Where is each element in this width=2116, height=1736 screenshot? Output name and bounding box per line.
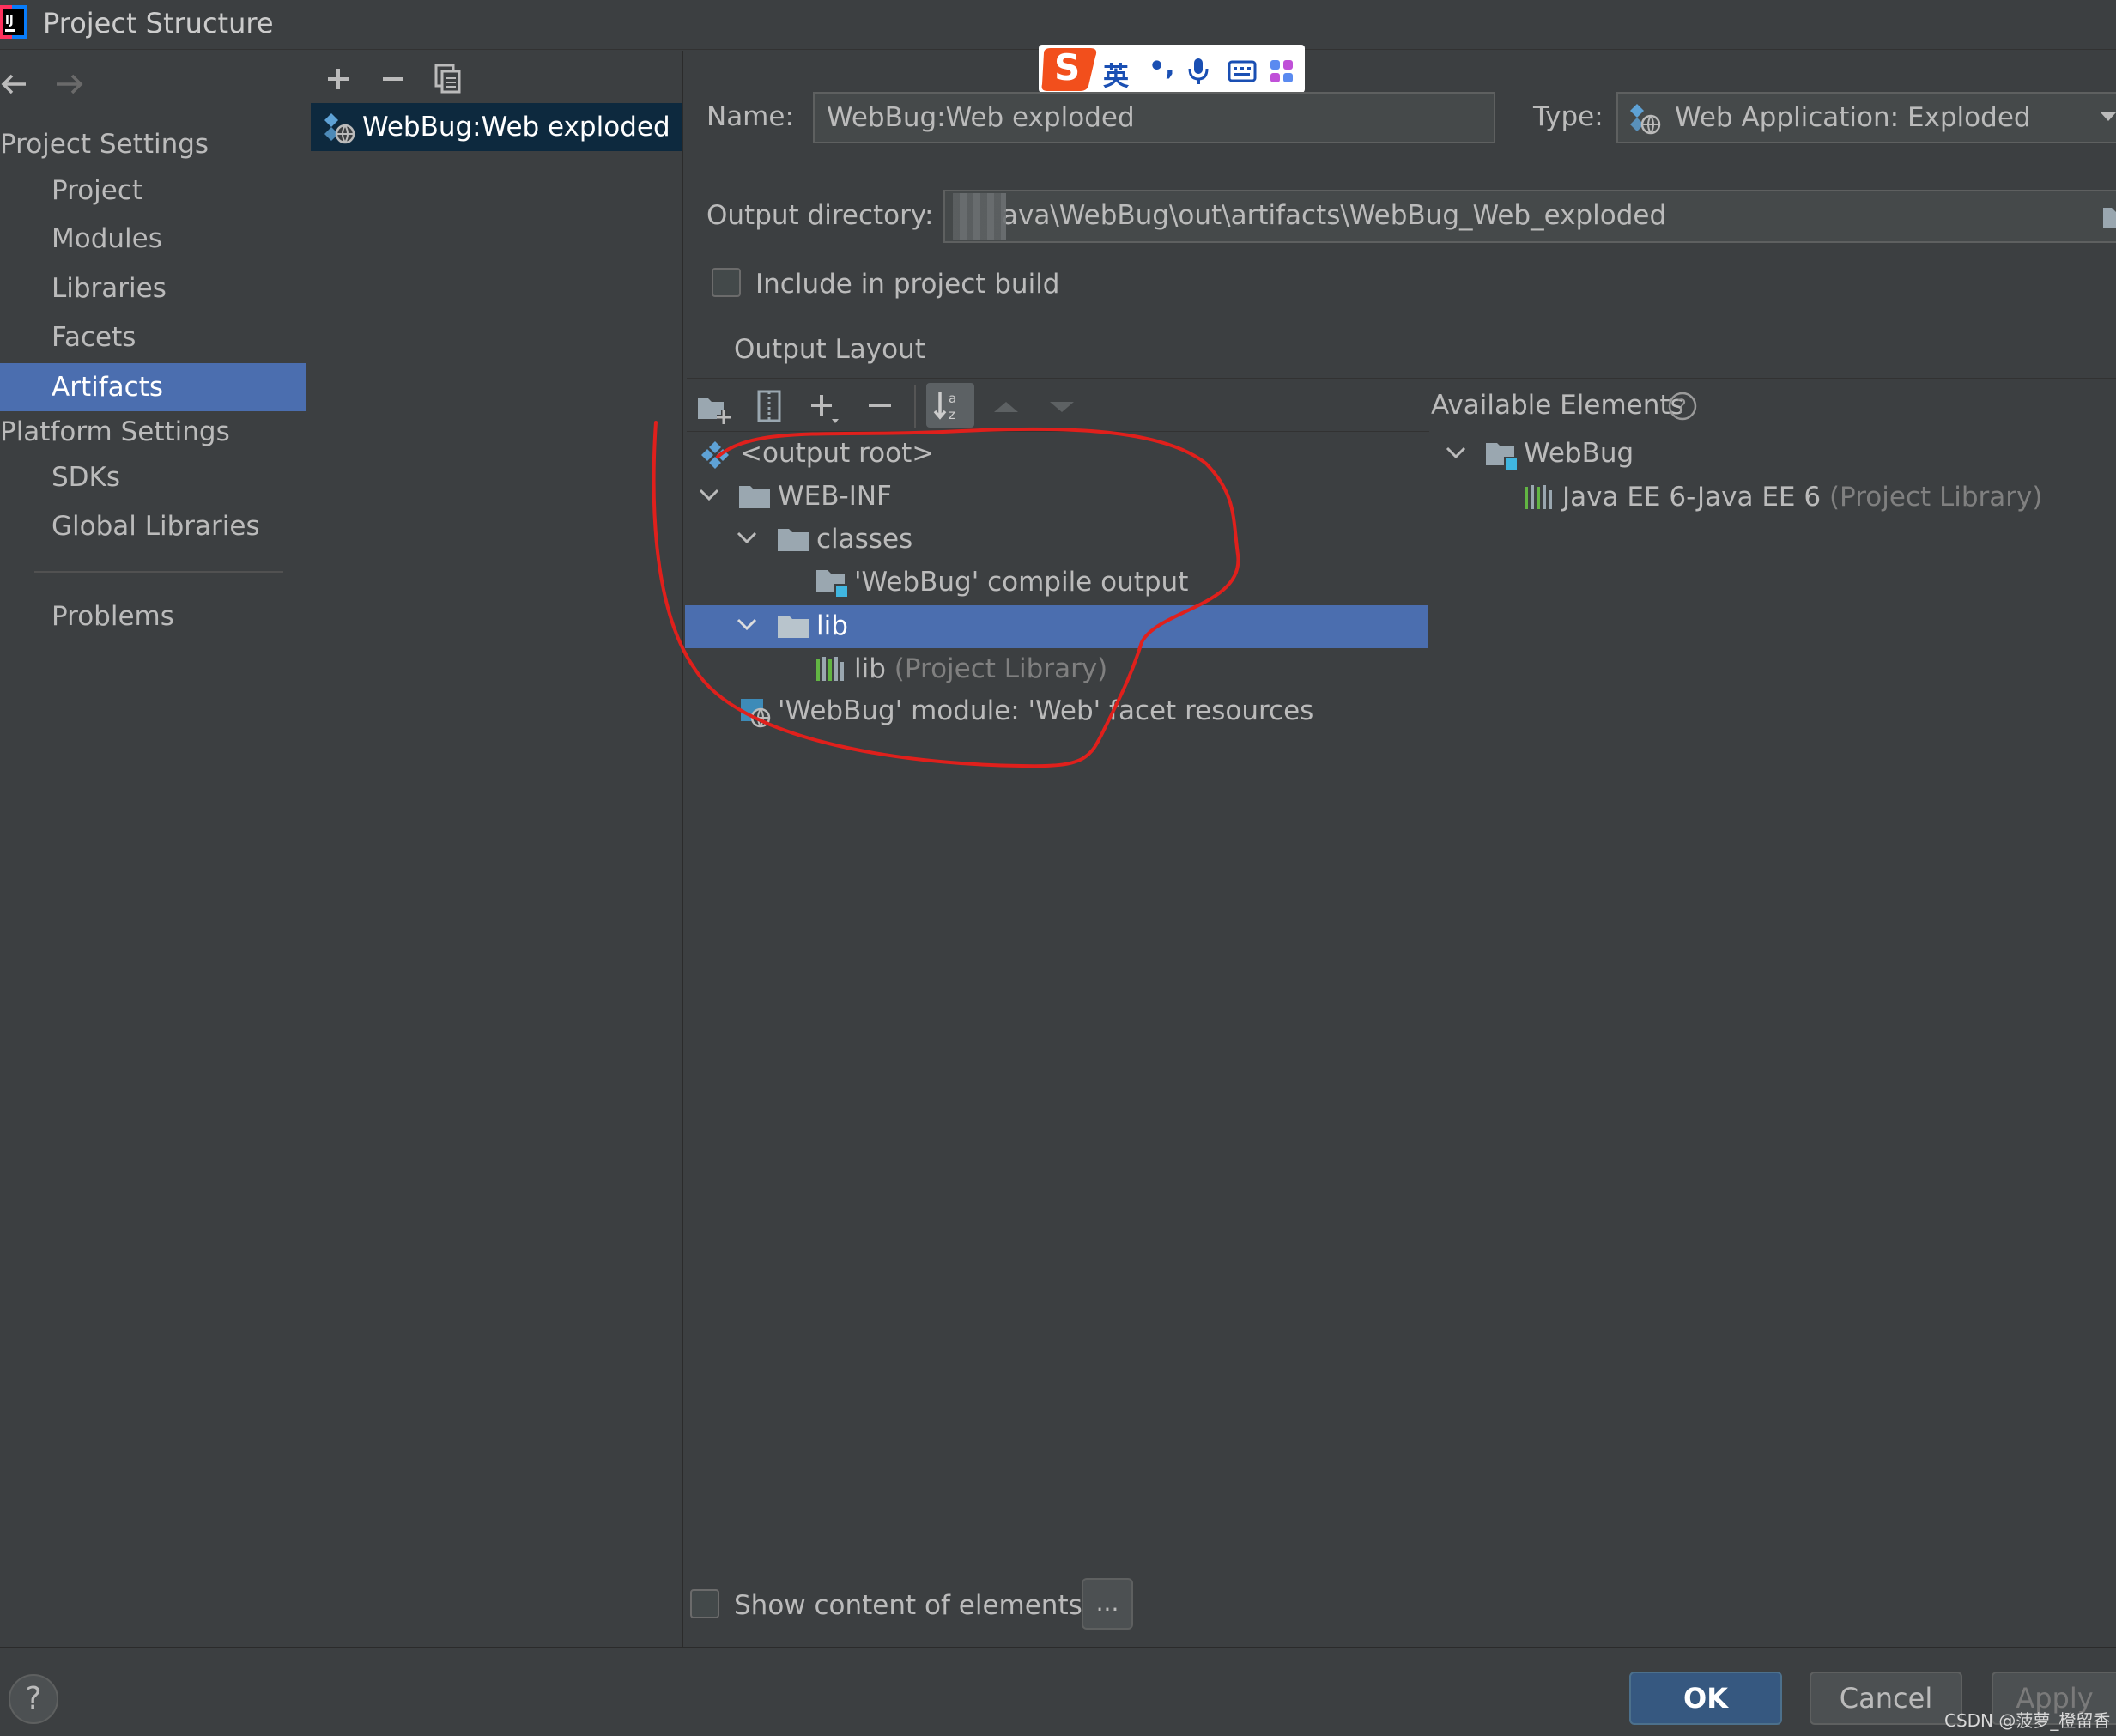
name-label: Name: — [706, 101, 794, 132]
available-tree-label[interactable]: Java EE 6-Java EE 6 (Project Library) — [1562, 482, 2042, 513]
platform-settings-header: Platform Settings — [0, 416, 230, 447]
nav-item-artifacts[interactable]: Artifacts — [0, 363, 306, 411]
module-folder-icon — [1485, 440, 1519, 472]
pixelated-redaction — [953, 193, 1006, 240]
ime-logo[interactable]: S — [1054, 46, 1080, 88]
tab-output-layout[interactable]: Output Layout — [734, 334, 925, 365]
show-content-checkbox[interactable] — [690, 1589, 719, 1618]
nav-item-sdks[interactable]: SDKs — [0, 453, 306, 501]
svg-text:IJ: IJ — [5, 15, 14, 27]
title-bar — [0, 0, 2116, 50]
nav-item-global-libraries[interactable]: Global Libraries — [0, 502, 306, 550]
minus-icon[interactable] — [374, 60, 412, 98]
help-circle-icon[interactable]: ? — [1667, 391, 1698, 422]
nav-item-project[interactable]: Project — [0, 167, 306, 215]
window-title: Project Structure — [43, 7, 274, 39]
keyboard-icon[interactable] — [1228, 60, 1257, 82]
type-dropdown[interactable]: Web Application: Exploded — [1616, 92, 2116, 143]
name-input[interactable]: WebBug:Web exploded — [813, 92, 1495, 143]
output-directory-label: Output directory: — [706, 200, 934, 231]
nav-item-modules[interactable]: Modules — [0, 215, 306, 263]
output-directory-input[interactable]: ava\WebBug\out\artifacts\WebBug_Web_expl… — [943, 190, 2116, 243]
show-content-label: Show content of elements — [734, 1590, 1082, 1621]
plus-icon[interactable] — [319, 60, 357, 98]
project-settings-header: Project Settings — [0, 129, 209, 160]
help-button[interactable]: ? — [9, 1674, 58, 1724]
watermark: CSDN @菠萝_橙留香 — [1944, 1710, 2111, 1731]
ime-punctuation-toggle[interactable]: •, — [1149, 52, 1175, 82]
include-in-build-label: Include in project build — [755, 269, 1060, 300]
arrow-right-icon[interactable] — [52, 67, 86, 101]
svg-text:a: a — [949, 391, 956, 406]
library-icon — [1524, 483, 1555, 511]
microphone-icon[interactable] — [1187, 57, 1210, 86]
nav-item-libraries[interactable]: Libraries — [0, 264, 306, 313]
copy-icon[interactable] — [429, 60, 467, 98]
arrow-left-icon[interactable] — [0, 67, 34, 101]
ok-button[interactable]: OK — [1629, 1672, 1782, 1725]
output-layout-divider — [687, 378, 2116, 379]
chevron-down-icon[interactable] — [1446, 446, 1466, 459]
dialog-button-bar — [0, 1647, 2116, 1736]
web-exploded-icon — [1628, 102, 1661, 135]
tree-label-suffix: (Project Library) — [1828, 482, 2043, 513]
available-elements-header: Available Elements — [1431, 390, 1684, 421]
artifacts-list-panel — [307, 51, 683, 1648]
chevron-down-icon[interactable] — [2100, 110, 2116, 124]
svg-text:?: ? — [1676, 397, 1687, 418]
red-freehand-annotation — [644, 412, 1262, 781]
available-tree-label[interactable]: WebBug — [1524, 438, 1634, 469]
artifact-list-item[interactable]: WebBug:Web exploded — [311, 103, 682, 151]
nav-divider — [34, 571, 283, 573]
include-in-build-checkbox[interactable] — [712, 268, 741, 297]
intellij-logo-icon: IJ — [0, 5, 27, 39]
nav-item-facets[interactable]: Facets — [0, 313, 306, 361]
apps-grid-icon[interactable] — [1269, 58, 1294, 84]
ime-language-toggle[interactable]: 英 — [1103, 55, 1129, 93]
type-label: Type: — [1533, 101, 1604, 132]
folder-browse-icon[interactable] — [2101, 204, 2116, 230]
nav-item-problems[interactable]: Problems — [0, 592, 306, 640]
web-exploded-icon — [323, 112, 355, 144]
more-options-button[interactable]: ... — [1082, 1578, 1133, 1630]
cancel-button[interactable]: Cancel — [1810, 1672, 1962, 1725]
